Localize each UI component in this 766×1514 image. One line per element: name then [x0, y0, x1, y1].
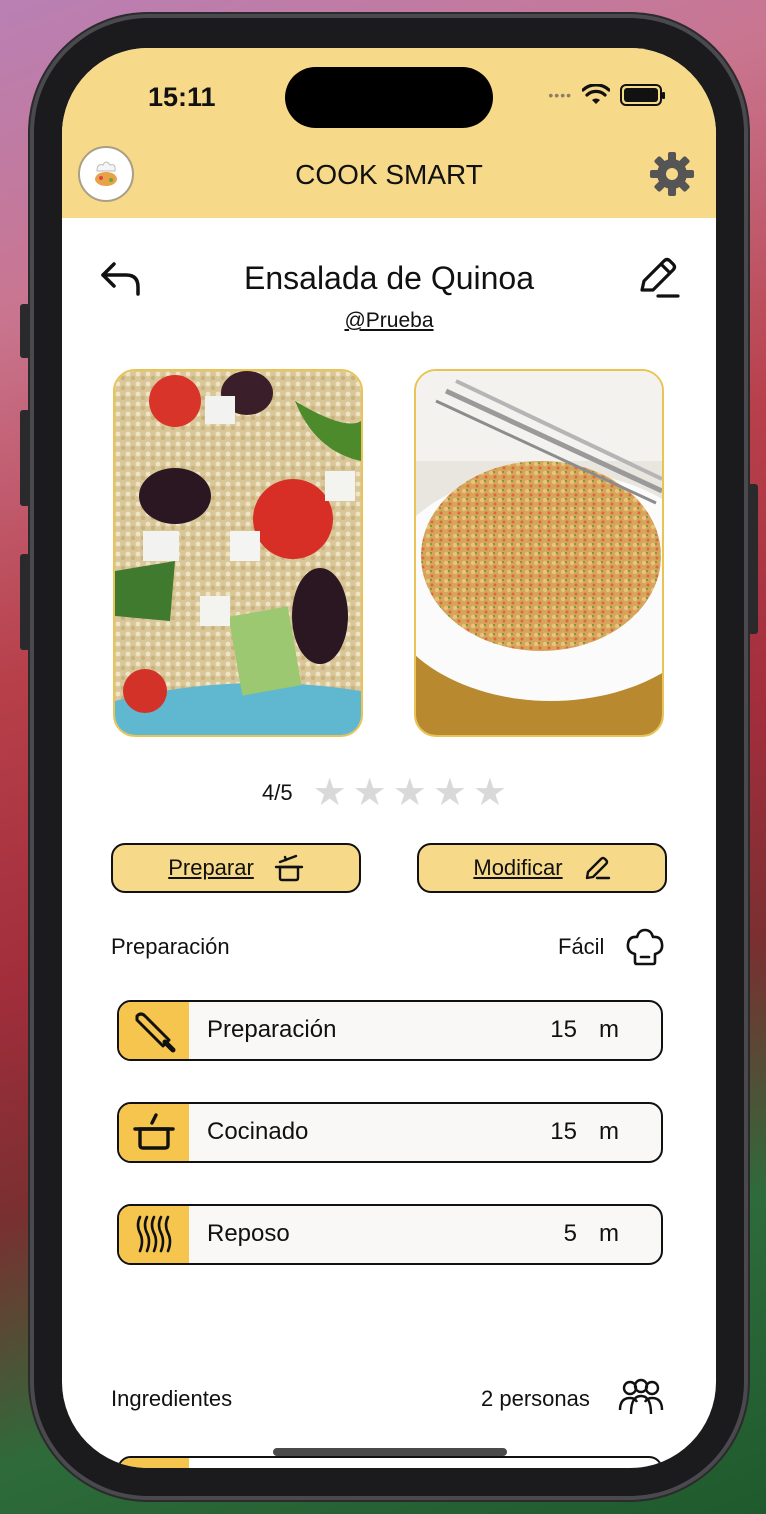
home-indicator[interactable] — [273, 1448, 507, 1456]
recipe-photo-1[interactable] — [113, 369, 363, 737]
edit-recipe-button[interactable] — [634, 254, 680, 305]
ingredient-icon — [119, 1458, 189, 1468]
steam-icon — [119, 1206, 189, 1263]
recipe-title: Ensalada de Quinoa — [244, 260, 534, 296]
app-header: 15:11 •••• COOK SMART — [62, 48, 716, 218]
rating-value: 4/5 — [262, 780, 293, 805]
app-screen: 15:11 •••• COOK SMART Ensalada de Quinoa… — [62, 48, 716, 1468]
modify-button[interactable]: Modificar — [417, 843, 667, 893]
power-button — [748, 484, 758, 634]
difficulty-label: Fácil — [558, 934, 605, 959]
settings-button[interactable] — [648, 150, 696, 203]
battery-icon — [620, 84, 665, 106]
step-row-rest[interactable]: Reposo 5 m — [117, 1204, 663, 1265]
chef-hat-icon — [626, 928, 664, 966]
recipe-author-link[interactable]: @Prueba — [62, 309, 716, 333]
step-unit: m — [599, 1016, 619, 1043]
step-row-cooking[interactable]: Cocinado 15 m — [117, 1102, 663, 1163]
step-duration: 15 — [550, 1016, 577, 1043]
star-icon[interactable]: ★ — [473, 774, 507, 812]
star-icon[interactable]: ★ — [353, 774, 387, 812]
gear-icon — [650, 152, 694, 196]
pot-lid-icon — [274, 854, 303, 882]
ingredient-row-peek[interactable] — [117, 1456, 663, 1468]
step-name: Preparación — [207, 1016, 337, 1043]
prepare-label: Preparar — [168, 855, 254, 880]
step-unit: m — [599, 1220, 619, 1247]
pencil-small-icon — [585, 856, 610, 880]
ingredients-section-label: Ingredientes — [111, 1386, 233, 1411]
pencil-icon — [640, 257, 680, 298]
status-time: 15:11 — [148, 82, 216, 112]
step-unit: m — [599, 1118, 619, 1145]
people-icon — [618, 1378, 664, 1415]
quinoa-plate-image — [416, 371, 662, 735]
preparation-section-label: Preparación — [111, 934, 230, 959]
star-icon[interactable]: ★ — [433, 774, 467, 812]
volume-up-button — [20, 410, 30, 506]
side-button — [20, 304, 30, 358]
step-duration: 15 — [550, 1118, 577, 1145]
pot-icon — [119, 1104, 189, 1161]
star-icon[interactable]: ★ — [313, 774, 347, 812]
step-duration: 5 — [563, 1220, 577, 1247]
wifi-icon — [582, 84, 610, 104]
step-row-preparation[interactable]: Preparación 15 m — [117, 1000, 663, 1061]
signal-icon: •••• — [548, 87, 572, 103]
quinoa-salad-image — [115, 371, 361, 735]
servings-label: 2 personas — [481, 1386, 590, 1411]
step-name: Cocinado — [207, 1118, 309, 1145]
app-title: COOK SMART — [295, 159, 483, 190]
recipe-photo-2[interactable] — [414, 369, 664, 737]
step-name: Reposo — [207, 1220, 290, 1247]
star-icon[interactable]: ★ — [393, 774, 427, 812]
knife-icon — [119, 1002, 189, 1059]
dynamic-island — [285, 67, 493, 128]
status-indicators: •••• — [548, 84, 665, 106]
recipe-rating: 4/5 ★ ★ ★ ★ ★ — [262, 774, 507, 812]
volume-down-button — [20, 554, 30, 650]
prepare-button[interactable]: Preparar — [111, 843, 361, 893]
modify-label: Modificar — [473, 855, 563, 880]
